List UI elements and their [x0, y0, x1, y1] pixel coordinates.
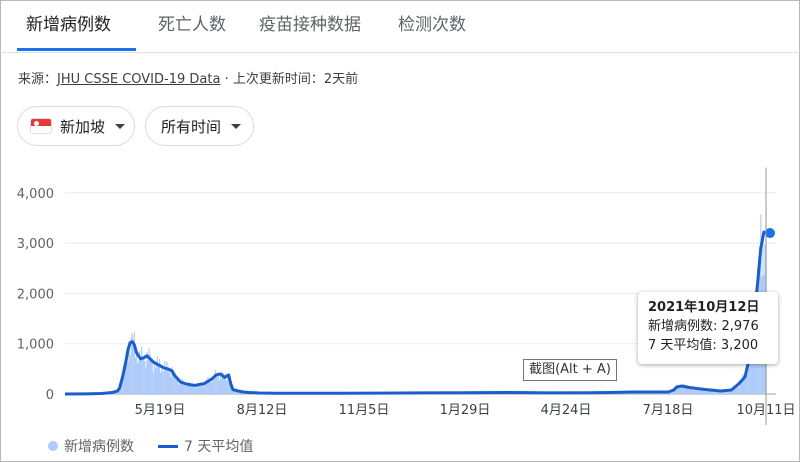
case-bar	[152, 372, 154, 394]
chart-legend: 新增病例数 7 天平均值	[48, 436, 253, 456]
x-tick-label: 4月24日	[541, 403, 592, 418]
case-bar	[177, 384, 180, 394]
case-bar	[154, 367, 156, 394]
tooltip-date: 2021年10月12日	[648, 300, 760, 315]
case-bar	[218, 380, 220, 394]
case-bar	[219, 373, 222, 394]
tooltip-average: 7 天平均值: 3,200	[648, 338, 759, 353]
case-bar	[166, 361, 168, 394]
x-tick-label: 8月12日	[237, 403, 288, 418]
case-bar	[682, 387, 684, 394]
data-tooltip: 2021年10月12日 新增病例数: 2,976 7 天平均值: 3,200	[638, 292, 778, 364]
case-bar	[145, 367, 147, 394]
case-bar	[127, 362, 129, 394]
case-bar	[148, 348, 150, 394]
x-tick-label: 1月29日	[440, 403, 491, 418]
case-bar	[183, 383, 185, 394]
case-bar	[200, 386, 203, 394]
case-bar	[134, 357, 137, 394]
cases-chart: 4,000 3,000 2,000 1,000 0 5月19日 8月12日 11月5日 1月2…	[17, 167, 796, 425]
case-bar	[140, 359, 142, 394]
case-bar	[216, 373, 218, 394]
x-tick-label: 10月11日	[736, 403, 795, 418]
case-bar	[151, 358, 153, 394]
case-bar	[144, 360, 146, 394]
case-bar	[748, 364, 750, 394]
case-bar	[713, 391, 715, 394]
case-bar	[156, 356, 159, 394]
case-bar	[736, 386, 738, 394]
case-bar	[150, 360, 152, 394]
legend-bars-swatch	[48, 441, 58, 451]
x-tick-label: 5月19日	[135, 403, 186, 418]
y-tick-label: 2,000	[17, 287, 54, 302]
case-bar	[208, 382, 210, 394]
case-bar	[697, 389, 699, 394]
case-bar	[193, 387, 195, 394]
case-bar	[153, 362, 155, 394]
case-bar	[133, 331, 135, 394]
case-bar	[164, 361, 166, 394]
case-bar	[130, 337, 132, 394]
case-bar	[211, 382, 213, 394]
case-bar	[695, 389, 697, 394]
screenshot-hint: 截图(Alt + A)	[523, 359, 617, 381]
tooltip-new-cases: 新增病例数: 2,976	[648, 319, 759, 334]
case-bar	[162, 370, 164, 394]
case-bar	[142, 359, 144, 394]
case-bar	[679, 387, 681, 394]
case-bar	[159, 372, 162, 394]
case-bar	[163, 371, 165, 394]
case-bar	[157, 364, 160, 394]
case-bar	[141, 346, 143, 394]
case-bar	[743, 378, 745, 394]
case-bar	[217, 374, 219, 394]
case-bar	[168, 372, 170, 394]
case-bar	[689, 389, 692, 394]
case-bar	[210, 382, 212, 394]
case-bar	[161, 369, 163, 394]
case-bar	[220, 378, 223, 394]
case-bar	[186, 385, 188, 394]
case-bar	[705, 390, 707, 394]
case-bar	[738, 387, 740, 394]
case-bar	[226, 381, 228, 394]
case-bar	[155, 361, 157, 394]
case-bar	[204, 383, 206, 394]
case-bar	[213, 378, 215, 394]
case-bar	[680, 388, 682, 394]
case-bar	[224, 376, 226, 394]
case-bar	[167, 369, 169, 394]
case-bar	[129, 355, 131, 394]
legend-bars-label: 新增病例数	[64, 439, 134, 455]
case-bar	[137, 360, 140, 394]
case-bar	[195, 387, 197, 394]
case-bar	[179, 382, 182, 394]
x-tick-label: 7月18日	[643, 403, 694, 418]
case-bar	[169, 371, 171, 394]
case-bar	[185, 386, 187, 394]
case-bar	[188, 385, 190, 394]
y-tick-label: 3,000	[17, 237, 54, 252]
case-bar	[745, 376, 747, 394]
case-bar	[746, 373, 748, 394]
y-tick-label: 0	[46, 388, 54, 403]
case-bar	[203, 386, 205, 394]
case-bar	[147, 360, 149, 394]
case-bar	[170, 377, 172, 394]
case-bar	[143, 358, 145, 394]
x-tick-label: 11月5日	[339, 403, 390, 418]
case-bar	[175, 379, 177, 394]
case-bar	[730, 391, 733, 394]
case-bar	[135, 352, 138, 394]
y-tick-label: 1,000	[17, 338, 54, 353]
case-bar	[165, 368, 167, 394]
y-tick-label: 4,000	[17, 187, 54, 202]
case-bar	[136, 363, 139, 394]
legend-line-swatch	[158, 444, 178, 448]
case-bar	[687, 389, 690, 394]
legend-line-label: 7 天平均值	[184, 439, 254, 455]
